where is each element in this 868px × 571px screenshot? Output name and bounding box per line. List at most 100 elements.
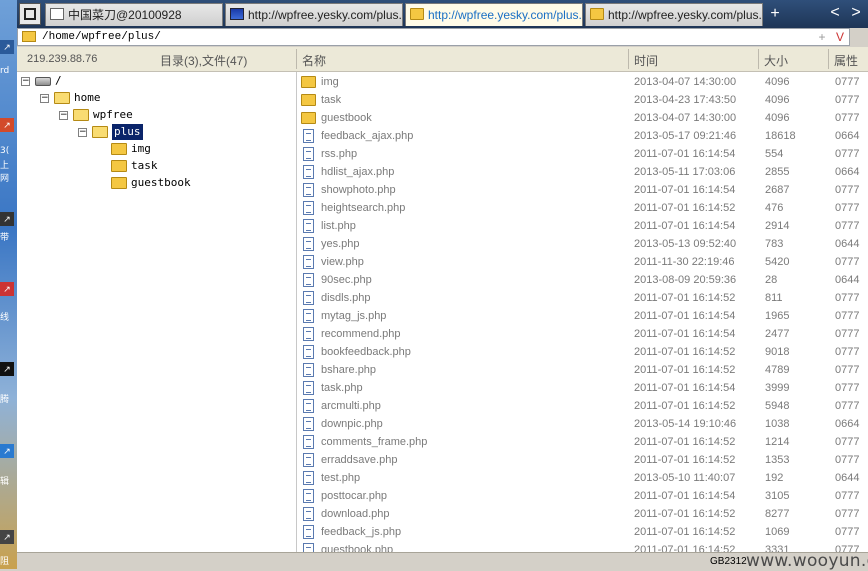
- file-row[interactable]: recommend.php 2011-07-01 16:14:54 2477 0777: [297, 325, 868, 343]
- folder-open-icon: [92, 126, 108, 138]
- tab-prev-button[interactable]: <: [825, 2, 845, 24]
- file-name: yes.php: [321, 238, 360, 250]
- tab-url-1[interactable]: http://wpfree.yesky.com/plus...: [225, 3, 403, 26]
- file-row[interactable]: view.php 2011-11-30 22:19:46 5420 0777: [297, 253, 868, 271]
- file-row[interactable]: download.php 2011-07-01 16:14:52 8277 0777: [297, 505, 868, 523]
- collapse-toggle[interactable]: −: [21, 77, 30, 86]
- file-row[interactable]: arcmulti.php 2011-07-01 16:14:52 5948 0777: [297, 397, 868, 415]
- encoding-indicator[interactable]: GB2312: [710, 556, 747, 567]
- column-divider[interactable]: [758, 49, 759, 69]
- watermark: www.wooyun.org: [746, 551, 868, 571]
- page-icon: [50, 8, 64, 20]
- file-row[interactable]: erraddsave.php 2011-07-01 16:14:52 1353 077…: [297, 451, 868, 469]
- file-size: 1214: [765, 436, 790, 448]
- file-row[interactable]: test.php 2013-05-10 11:40:07 192 0644: [297, 469, 868, 487]
- tree-node[interactable]: task: [17, 158, 296, 174]
- collapse-toggle[interactable]: −: [78, 128, 87, 137]
- file-icon: [303, 471, 314, 485]
- folder-row[interactable]: guestbook 2013-04-07 14:30:00 4096 0777: [297, 109, 868, 127]
- file-size: 4096: [765, 112, 790, 124]
- desktop-shortcut-icon[interactable]: ↗: [0, 40, 14, 54]
- folder-row[interactable]: img 2013-04-07 14:30:00 4096 0777: [297, 73, 868, 91]
- file-icon: [303, 453, 314, 467]
- file-time: 2013-04-23 17:43:50: [634, 94, 737, 106]
- file-row[interactable]: hdlist_ajax.php 2013-05-11 17:03:06 2855 06…: [297, 163, 868, 181]
- desktop-shortcut-icon[interactable]: ↗: [0, 282, 14, 296]
- tree-node-label: home: [74, 91, 101, 104]
- file-name: view.php: [321, 256, 364, 268]
- file-row[interactable]: bookfeedback.php 2011-07-01 16:14:52 9018 0…: [297, 343, 868, 361]
- path-input[interactable]: /home/wpfree/plus/: [42, 31, 161, 43]
- file-perm: 0777: [835, 220, 860, 232]
- desktop-shortcut-icon[interactable]: ↗: [0, 530, 14, 544]
- column-header-size[interactable]: 大小: [764, 52, 788, 69]
- file-name: comments_frame.php: [321, 436, 428, 448]
- path-dropdown-button[interactable]: V: [832, 29, 848, 45]
- column-header-time[interactable]: 时间: [634, 52, 658, 69]
- file-row[interactable]: showphoto.php 2011-07-01 16:14:54 2687 0777: [297, 181, 868, 199]
- collapse-toggle[interactable]: −: [40, 94, 49, 103]
- host-ip: 219.239.88.76: [27, 53, 98, 65]
- tree-node[interactable]: img: [17, 141, 296, 157]
- file-row[interactable]: mytag_js.php 2011-07-01 16:14:54 1965 0777: [297, 307, 868, 325]
- file-time: 2011-07-01 16:14:54: [634, 220, 736, 232]
- tab-next-button[interactable]: >: [846, 2, 866, 24]
- file-row[interactable]: disdls.php 2011-07-01 16:14:52 811 0777: [297, 289, 868, 307]
- desktop-shortcut-icon[interactable]: ↗: [0, 118, 14, 132]
- file-icon: [303, 381, 314, 395]
- item-counts: 目录(3),文件(47): [160, 54, 248, 68]
- desktop-shortcut-icon[interactable]: ↗: [0, 362, 14, 376]
- tree-node-label: wpfree: [93, 108, 133, 121]
- file-size: 4096: [765, 76, 790, 88]
- path-bar[interactable]: /home/wpfree/plus/ + V: [17, 28, 850, 46]
- tree-node[interactable]: − home: [17, 90, 296, 106]
- file-row[interactable]: comments_frame.php 2011-07-01 16:14:52 121…: [297, 433, 868, 451]
- file-row[interactable]: bshare.php 2011-07-01 16:14:52 4789 0777: [297, 361, 868, 379]
- file-name: heightsearch.php: [321, 202, 406, 214]
- add-bookmark-button[interactable]: +: [814, 29, 830, 45]
- file-perm: 0777: [835, 292, 860, 304]
- column-divider[interactable]: [296, 49, 297, 69]
- tab-label: http://wpfree.yesky.com/plus...: [428, 8, 583, 22]
- file-name: recommend.php: [321, 328, 401, 340]
- file-size: 2687: [765, 184, 790, 196]
- file-size: 554: [765, 148, 784, 160]
- file-size: 5948: [765, 400, 790, 412]
- tree-node[interactable]: − wpfree: [17, 107, 296, 123]
- tab-bar: 中国菜刀@20100928 http://wpfree.yesky.com/pl…: [17, 0, 868, 28]
- file-row[interactable]: list.php 2011-07-01 16:14:54 2914 0777: [297, 217, 868, 235]
- flag-icon: [230, 8, 244, 20]
- column-divider[interactable]: [628, 49, 629, 69]
- file-row[interactable]: yes.php 2013-05-13 09:52:40 783 0644: [297, 235, 868, 253]
- tab-url-3[interactable]: http://wpfree.yesky.com/plus...: [585, 3, 763, 26]
- tree-node[interactable]: guestbook: [17, 175, 296, 191]
- desktop-label: 3(: [0, 146, 10, 156]
- file-row[interactable]: rss.php 2011-07-01 16:14:54 554 0777: [297, 145, 868, 163]
- tab-caidao[interactable]: 中国菜刀@20100928: [45, 3, 223, 26]
- tree-node[interactable]: − plus: [17, 124, 296, 140]
- column-header-name[interactable]: 名称: [302, 52, 326, 69]
- folder-open-icon: [54, 92, 70, 104]
- file-time: 2011-07-01 16:14:52: [634, 508, 736, 520]
- file-row[interactable]: task.php 2011-07-01 16:14:54 3999 0777: [297, 379, 868, 397]
- file-row[interactable]: downpic.php 2013-05-14 19:10:46 1038 0664: [297, 415, 868, 433]
- file-row[interactable]: feedback_js.php 2011-07-01 16:14:52 1069 07…: [297, 523, 868, 541]
- collapse-toggle[interactable]: −: [59, 111, 68, 120]
- file-perm: 0777: [835, 256, 860, 268]
- file-perm: 0777: [835, 202, 860, 214]
- file-row[interactable]: heightsearch.php 2011-07-01 16:14:52 476 07…: [297, 199, 868, 217]
- window-menu-button[interactable]: [19, 3, 41, 25]
- new-tab-button[interactable]: +: [766, 4, 784, 24]
- file-perm: 0777: [835, 148, 860, 160]
- file-name: task.php: [321, 382, 363, 394]
- column-header-perm[interactable]: 属性: [834, 52, 858, 69]
- file-row[interactable]: 90sec.php 2013-08-09 20:59:36 28 0644: [297, 271, 868, 289]
- column-divider[interactable]: [828, 49, 829, 69]
- desktop-shortcut-icon[interactable]: ↗: [0, 444, 14, 458]
- tab-url-2-active[interactable]: http://wpfree.yesky.com/plus...: [405, 3, 583, 26]
- desktop-shortcut-icon[interactable]: ↗: [0, 212, 14, 226]
- file-row[interactable]: posttocar.php 2011-07-01 16:14:54 3105 0777: [297, 487, 868, 505]
- file-row[interactable]: feedback_ajax.php 2013-05-17 09:21:46 1861…: [297, 127, 868, 145]
- folder-row[interactable]: task 2013-04-23 17:43:50 4096 0777: [297, 91, 868, 109]
- tree-node[interactable]: − /: [17, 73, 296, 89]
